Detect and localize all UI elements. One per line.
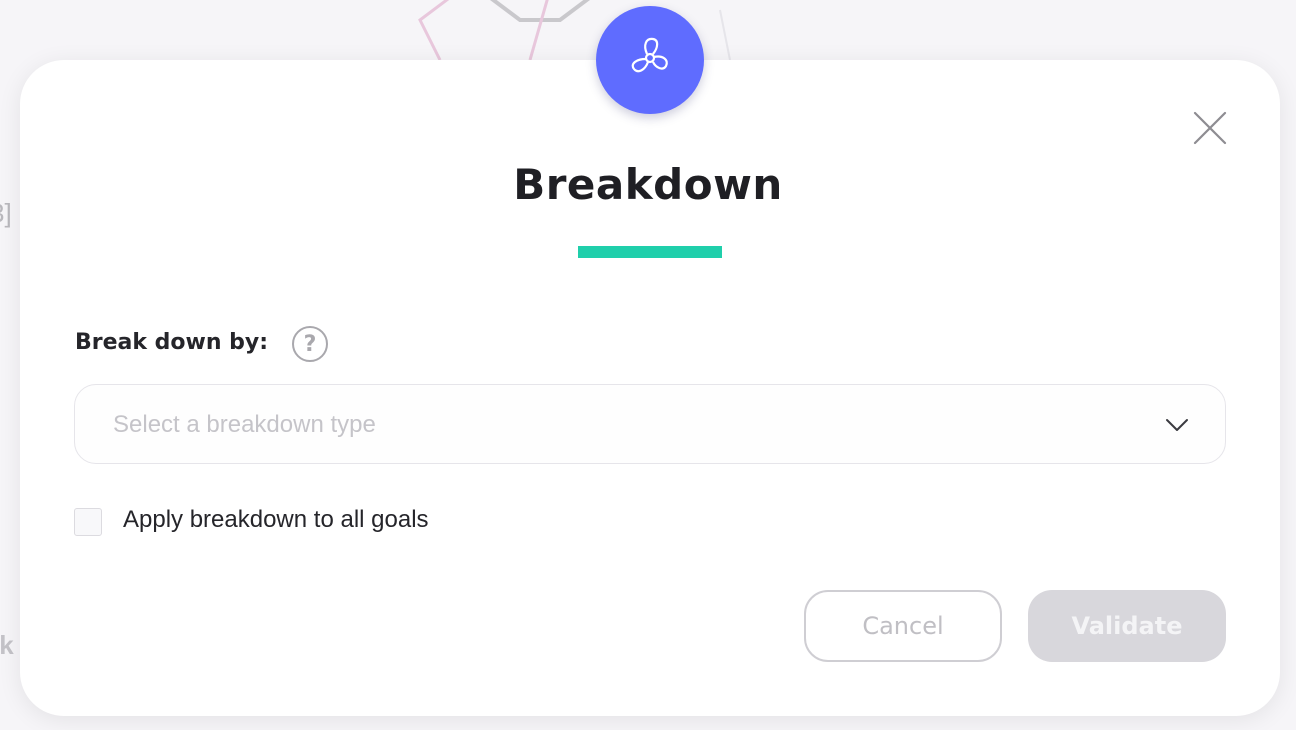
- breakdown-field-label: Break down by:: [75, 330, 269, 355]
- title-underline: [578, 246, 722, 258]
- dialog-badge: [596, 6, 704, 114]
- question-mark-icon[interactable]: ?: [292, 326, 328, 362]
- select-placeholder: Select a breakdown type: [113, 411, 376, 438]
- dialog-title: Breakdown: [513, 160, 783, 209]
- close-icon: [1193, 111, 1227, 150]
- apply-all-goals-checkbox[interactable]: [74, 508, 102, 536]
- apply-all-goals-label: Apply breakdown to all goals: [123, 506, 429, 533]
- cancel-button[interactable]: Cancel: [804, 590, 1002, 662]
- background-text-fragment: ik: [0, 630, 14, 660]
- close-button[interactable]: [1190, 110, 1230, 150]
- fan-icon: [625, 33, 675, 88]
- chevron-down-icon: [1165, 413, 1189, 442]
- breakdown-type-select[interactable]: Select a breakdown type: [74, 384, 1226, 464]
- validate-button[interactable]: Validate: [1028, 590, 1226, 662]
